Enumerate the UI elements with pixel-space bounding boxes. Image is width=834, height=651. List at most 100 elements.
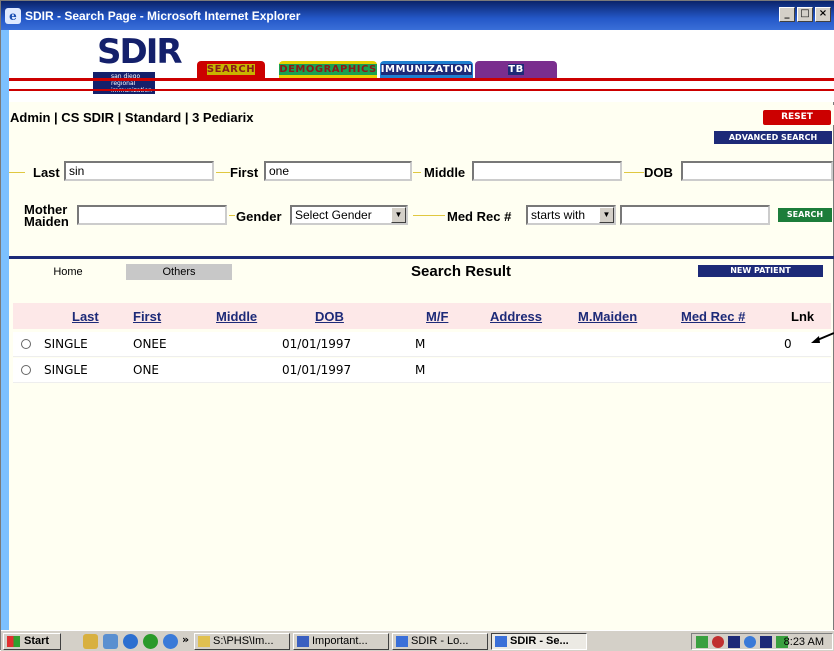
mother-maiden-label: Mother Maiden (24, 203, 69, 229)
nav-utility[interactable]: UTILITY (723, 61, 781, 78)
taskbar-item-word[interactable]: Important... (293, 633, 389, 650)
nav-label: IMMUNIZATION (380, 64, 473, 75)
header-red-rule-thin (9, 89, 834, 91)
clock: 8:23 AM (783, 636, 824, 648)
antivirus-icon[interactable] (712, 636, 724, 648)
minimize-button[interactable]: _ (779, 7, 795, 22)
header-red-rule (9, 78, 834, 81)
outlook-icon[interactable] (163, 634, 178, 649)
gender-label: Gender (236, 209, 282, 224)
internet-explorer-icon (495, 636, 507, 647)
column-header-last[interactable]: Last (72, 309, 99, 324)
table-row[interactable]: SINGLE ONEE 01/01/1997 M 0 (13, 332, 831, 357)
cell-last: SINGLE (44, 363, 88, 377)
cell-last: SINGLE (44, 337, 88, 351)
middle-name-input[interactable] (472, 161, 622, 181)
nav-label: UTILITY (728, 64, 776, 75)
dropdown-arrow-icon[interactable]: ▼ (391, 207, 406, 223)
network-icon[interactable] (696, 636, 708, 648)
column-header-first[interactable]: First (133, 309, 161, 324)
nav-label: TB (508, 64, 524, 75)
first-name-label: First (230, 165, 259, 180)
column-header-address[interactable]: Address (490, 309, 542, 324)
field-guide-line (413, 172, 421, 173)
mother-maiden-label-line2: Maiden (24, 214, 69, 229)
system-tray: 8:23 AM (691, 633, 833, 650)
cell-mf: M (415, 337, 426, 351)
windows-logo-icon (7, 636, 20, 647)
nav-save[interactable]: SAVE (663, 61, 720, 78)
column-header-lnk: Lnk (791, 309, 815, 324)
windows-taskbar: Start » S:\PHS\Im... Important... SDIR -… (1, 630, 834, 651)
close-button[interactable]: × (815, 7, 831, 22)
word-document-icon (297, 636, 309, 647)
title-bar: e SDIR - Search Page - Microsoft Interne… (1, 1, 834, 30)
field-guide-line (229, 215, 235, 216)
update-icon[interactable] (744, 636, 756, 648)
tab-others[interactable]: Others (126, 264, 232, 280)
nav-search[interactable]: SEARCH (197, 61, 265, 78)
logo-text: SDIR (97, 32, 183, 72)
nav-demographics[interactable]: DEMOGRAPHICS (279, 61, 377, 78)
advanced-search-button[interactable]: ADVANCED SEARCH (714, 131, 832, 144)
task-label: SDIR - Lo... (411, 635, 469, 647)
window-title: SDIR - Search Page - Microsoft Internet … (25, 8, 301, 23)
quicklaunch-chevron-icon[interactable]: » (182, 633, 189, 646)
nav-label: ACTIVITY LOG (568, 64, 652, 75)
internet-explorer-icon[interactable] (123, 634, 138, 649)
gender-select[interactable]: Select Gender ▼ (290, 205, 408, 225)
reset-button[interactable]: RESET (763, 110, 831, 125)
field-guide-line (413, 215, 445, 216)
media-player-icon[interactable] (143, 634, 158, 649)
dob-label: DOB (644, 165, 673, 180)
nav-logout[interactable]: LOGOUT (784, 61, 834, 78)
column-header-dob[interactable]: DOB (315, 309, 344, 324)
show-desktop-icon[interactable] (83, 634, 98, 649)
cell-mf: M (415, 363, 426, 377)
taskbar-item-folder[interactable]: S:\PHS\Im... (194, 633, 290, 650)
column-header-mother-maiden[interactable]: M.Maiden (578, 309, 637, 324)
taskbar-item-sdir-search[interactable]: SDIR - Se... (491, 633, 587, 650)
language-icon[interactable] (760, 636, 772, 648)
dropdown-arrow-icon[interactable]: ▼ (599, 207, 614, 223)
field-guide-line (216, 172, 230, 173)
maximize-button[interactable]: □ (797, 7, 813, 22)
table-row[interactable]: SINGLE ONE 01/01/1997 M (13, 358, 831, 383)
monitor-icon[interactable] (728, 636, 740, 648)
first-name-input[interactable]: one (264, 161, 412, 181)
new-patient-button[interactable]: NEW PATIENT (698, 265, 823, 277)
med-rec-label: Med Rec # (447, 209, 512, 224)
annotation-arrow-icon (811, 332, 834, 343)
cell-lnk: 0 (784, 337, 792, 351)
task-label: S:\PHS\Im... (213, 635, 274, 647)
field-guide-line (624, 172, 644, 173)
field-guide-line (9, 172, 25, 173)
column-header-middle[interactable]: Middle (216, 309, 257, 324)
nav-immunization[interactable]: IMMUNIZATION (380, 61, 473, 78)
gender-select-value: Select Gender (295, 208, 372, 222)
middle-name-label: Middle (424, 165, 466, 180)
nav-tb[interactable]: TB (475, 61, 557, 78)
dob-input[interactable] (681, 161, 833, 181)
row-select-radio[interactable] (21, 339, 31, 349)
med-rec-mode-value: starts with (531, 208, 586, 222)
column-header-med-rec[interactable]: Med Rec # (681, 309, 745, 324)
nav-activity-log[interactable]: ACTIVITY LOG (564, 61, 656, 78)
nav-label: LOGOUT (784, 64, 834, 75)
row-select-radio[interactable] (21, 365, 31, 375)
tab-home[interactable]: Home (13, 264, 123, 280)
nav-label: SAVE (676, 64, 707, 75)
section-divider (9, 256, 834, 259)
med-rec-mode-select[interactable]: starts with ▼ (526, 205, 616, 225)
column-header-mf[interactable]: M/F (426, 309, 448, 324)
med-rec-input[interactable] (620, 205, 770, 225)
mother-maiden-input[interactable] (77, 205, 227, 225)
last-name-input[interactable]: sin (64, 161, 214, 181)
browser-window: e SDIR - Search Page - Microsoft Interne… (0, 0, 834, 651)
internet-explorer-icon: e (5, 7, 21, 24)
search-button[interactable]: SEARCH (778, 208, 832, 222)
explorer-icon[interactable] (103, 634, 118, 649)
folder-icon (198, 636, 210, 647)
taskbar-item-sdir-login[interactable]: SDIR - Lo... (392, 633, 488, 650)
start-button[interactable]: Start (3, 633, 61, 650)
